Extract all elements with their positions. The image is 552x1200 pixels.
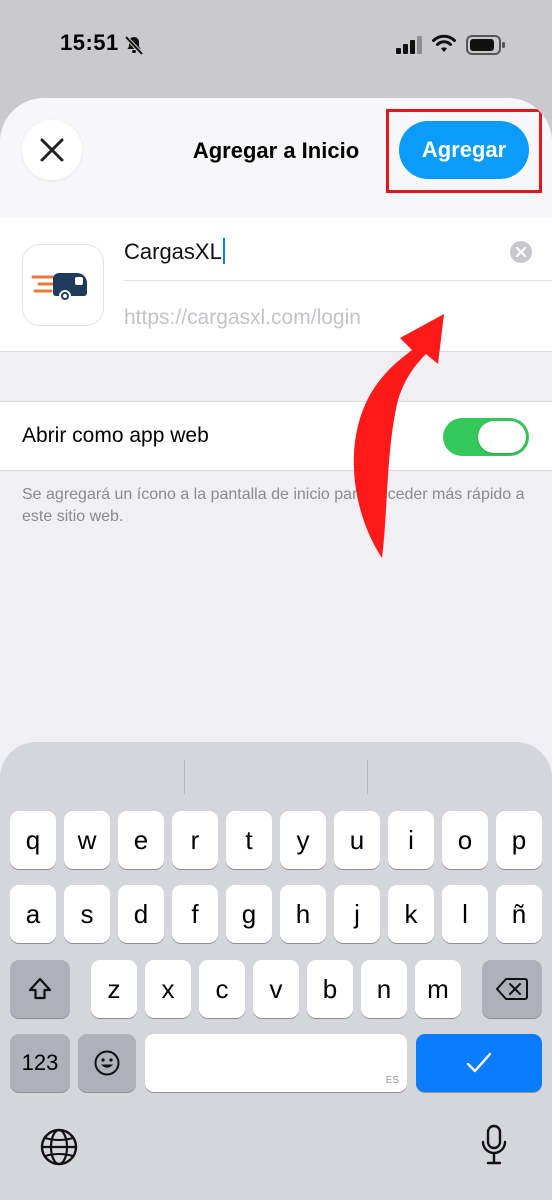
text-cursor: [222, 238, 225, 264]
key-p[interactable]: p: [496, 811, 542, 869]
key-f[interactable]: f: [172, 885, 218, 943]
suggestion-divider: [367, 760, 368, 794]
toggle-knob: [478, 421, 526, 453]
url-field: https://cargasxl.com/login: [124, 306, 361, 329]
key-u[interactable]: u: [334, 811, 380, 869]
sheet-header: Agregar a Inicio Agregar: [0, 98, 552, 218]
key-w[interactable]: w: [64, 811, 110, 869]
key-c[interactable]: c: [199, 960, 245, 1018]
key-b[interactable]: b: [307, 960, 353, 1018]
shift-icon: [28, 977, 52, 1000]
app-name-input[interactable]: CargasXL: [124, 238, 225, 265]
key-g[interactable]: g: [226, 885, 272, 943]
key-k[interactable]: k: [388, 885, 434, 943]
key-s[interactable]: s: [64, 885, 110, 943]
shift-key[interactable]: [10, 960, 70, 1018]
checkmark-icon: [466, 1052, 492, 1073]
key-t[interactable]: t: [226, 811, 272, 869]
wifi-icon: [432, 34, 456, 52]
app-icon: [22, 244, 104, 326]
emoji-icon: [94, 1050, 120, 1076]
bell-slash-icon: [124, 35, 144, 56]
key-v[interactable]: v: [253, 960, 299, 1018]
mic-icon[interactable]: [480, 1124, 508, 1166]
suggestion-divider: [184, 760, 185, 794]
key-d[interactable]: d: [118, 885, 164, 943]
done-key[interactable]: [416, 1034, 542, 1092]
key-i[interactable]: i: [388, 811, 434, 869]
annotation-highlight-box: [386, 109, 542, 193]
delete-key[interactable]: [482, 960, 542, 1018]
field-divider: [124, 280, 552, 281]
emoji-key[interactable]: [78, 1034, 136, 1092]
toggle-label: Abrir como app web: [22, 424, 209, 447]
web-app-toggle-row: Abrir como app web: [0, 401, 552, 471]
keyboard-language: ES: [385, 1075, 399, 1086]
key-n[interactable]: n: [361, 960, 407, 1018]
bookmark-info-card: CargasXL https://cargasxl.com/login: [0, 218, 552, 352]
key-r[interactable]: r: [172, 811, 218, 869]
status-bar: 15:51: [0, 0, 552, 92]
key-z[interactable]: z: [91, 960, 137, 1018]
key-j[interactable]: j: [334, 885, 380, 943]
key-n-tilde[interactable]: ñ: [496, 885, 542, 943]
key-h[interactable]: h: [280, 885, 326, 943]
globe-icon[interactable]: [40, 1128, 78, 1166]
delete-icon: [496, 978, 528, 1000]
key-q[interactable]: q: [10, 811, 56, 869]
key-m[interactable]: m: [415, 960, 461, 1018]
signal-icon: [396, 36, 422, 54]
key-a[interactable]: a: [10, 885, 56, 943]
key-x[interactable]: x: [145, 960, 191, 1018]
app-name-value: CargasXL: [124, 239, 222, 264]
truck-logo-icon: [31, 273, 87, 302]
key-o[interactable]: o: [442, 811, 488, 869]
clear-text-icon[interactable]: [509, 240, 533, 264]
key-l[interactable]: l: [442, 885, 488, 943]
annotation-arrow-icon: [353, 314, 444, 558]
battery-icon: [466, 35, 505, 55]
key-y[interactable]: y: [280, 811, 326, 869]
numbers-key[interactable]: 123: [10, 1034, 70, 1092]
space-key[interactable]: ES: [145, 1034, 407, 1092]
key-e[interactable]: e: [118, 811, 164, 869]
status-time: 15:51: [60, 30, 119, 55]
